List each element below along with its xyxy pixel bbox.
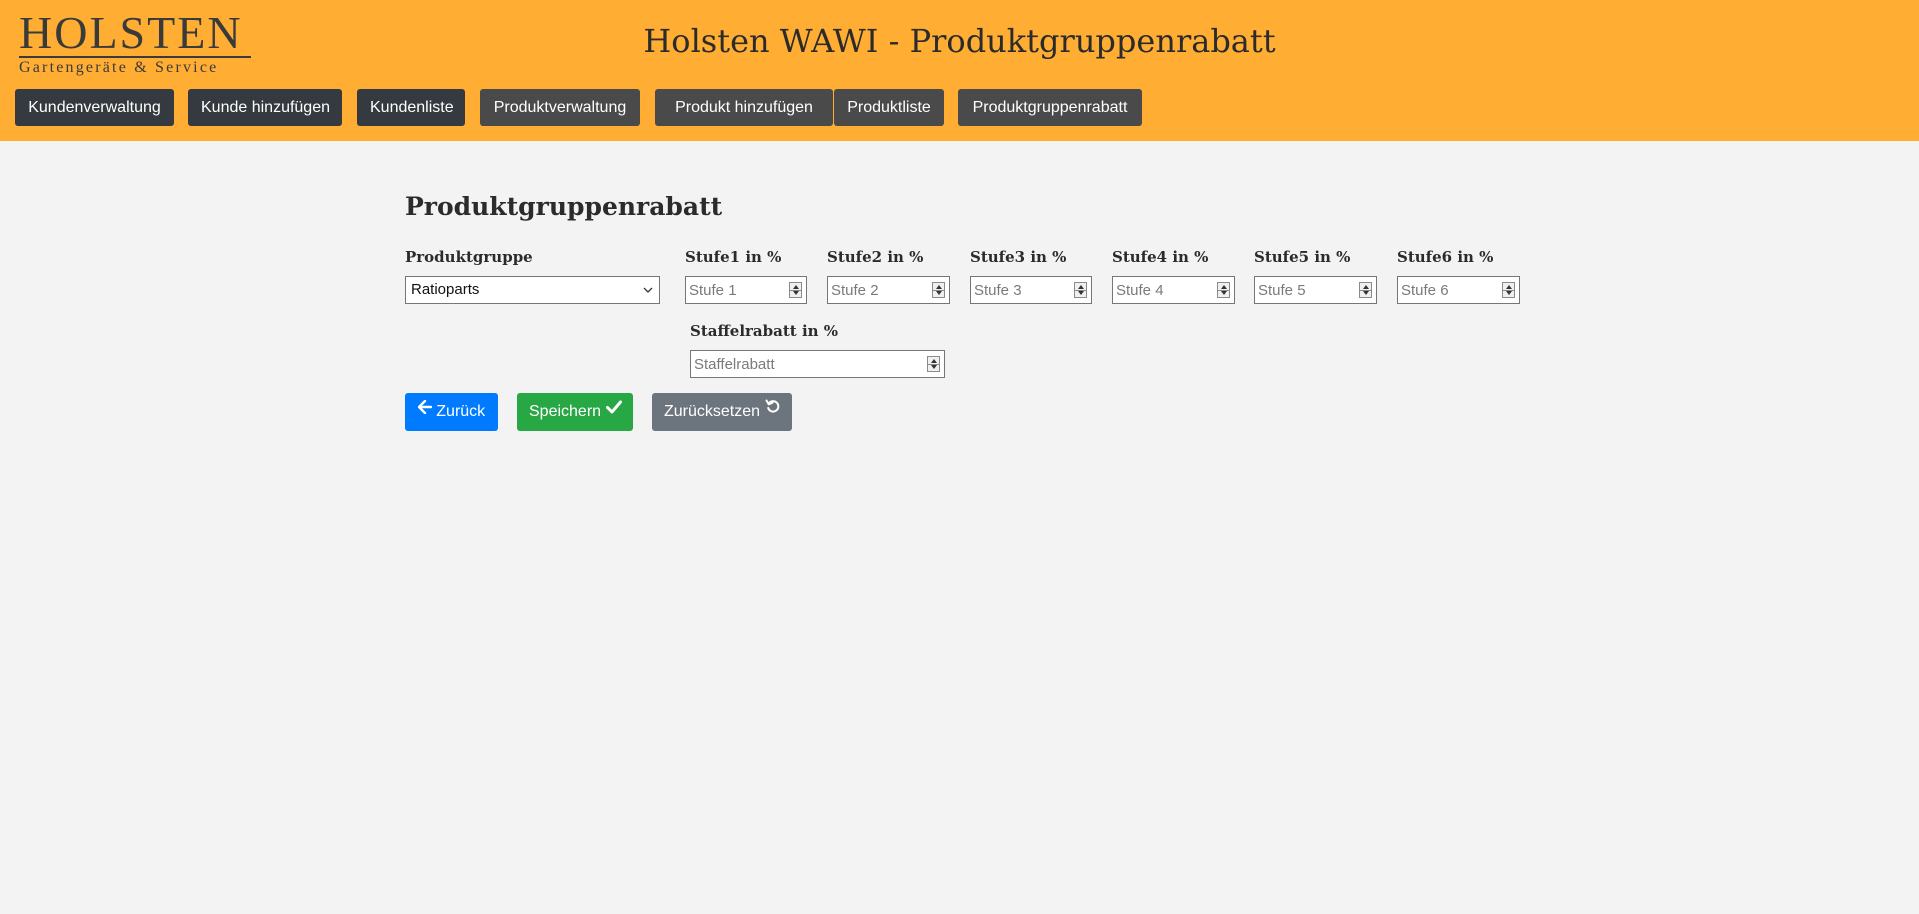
nav-produktverwaltung[interactable]: Produktverwaltung: [480, 89, 640, 126]
stufe2-spinner-icon[interactable]: [932, 282, 945, 298]
save-button-label: Speichern: [529, 403, 602, 420]
stufe5-input-wrap: [1254, 276, 1377, 304]
stufe1-input[interactable]: [686, 277, 806, 303]
stufe4-input-wrap: [1112, 276, 1235, 304]
undo-icon: [765, 391, 781, 429]
produktgruppe-selected-value: Ratioparts: [411, 281, 480, 298]
stufe3-input-wrap: [970, 276, 1092, 304]
stufe4-spinner-icon[interactable]: [1217, 282, 1230, 298]
nav-kundenverwaltung[interactable]: Kundenverwaltung: [15, 89, 174, 126]
produktgruppe-label: Produktgruppe: [405, 248, 533, 266]
staffelrabatt-input[interactable]: [691, 351, 944, 377]
stufe5-input[interactable]: [1255, 277, 1376, 303]
staffelrabatt-label: Staffelrabatt in %: [690, 322, 839, 340]
nav-produktgruppenrabatt[interactable]: Produktgruppenrabatt: [958, 89, 1142, 126]
back-button[interactable]: Zurück: [405, 393, 498, 431]
chevron-down-icon: [643, 277, 653, 312]
stufe3-spinner-icon[interactable]: [1074, 282, 1087, 298]
stufe3-label: Stufe3 in %: [970, 248, 1067, 266]
stufe5-label: Stufe5 in %: [1254, 248, 1351, 266]
staffelrabatt-spinner-icon[interactable]: [927, 356, 940, 372]
produktgruppe-select[interactable]: Ratioparts: [405, 276, 660, 304]
header-bar: HOLSTEN Gartengeräte & Service Holsten W…: [0, 0, 1919, 141]
nav-produktliste[interactable]: Produktliste: [834, 89, 944, 126]
stufe1-input-wrap: [685, 276, 807, 304]
stufe4-input[interactable]: [1113, 277, 1234, 303]
back-button-label: Zurück: [436, 403, 486, 420]
stufe5-spinner-icon[interactable]: [1359, 282, 1372, 298]
stufe1-label: Stufe1 in %: [685, 248, 782, 266]
check-icon: [605, 391, 622, 429]
stufe6-label: Stufe6 in %: [1397, 248, 1494, 266]
stufe1-spinner-icon[interactable]: [789, 282, 802, 298]
stufe4-label: Stufe4 in %: [1112, 248, 1209, 266]
nav-produkt-hinzufuegen[interactable]: Produkt hinzufügen: [655, 89, 833, 126]
arrow-left-icon: [417, 391, 433, 429]
app-title: Holsten WAWI - Produktgruppenrabatt: [643, 22, 1276, 60]
logo-sub-text: Gartengeräte & Service: [19, 59, 219, 76]
stufe2-input[interactable]: [828, 277, 949, 303]
stufe2-input-wrap: [827, 276, 950, 304]
stufe6-input[interactable]: [1398, 277, 1519, 303]
stufe3-input[interactable]: [971, 277, 1091, 303]
page-title: Produktgruppenrabatt: [405, 192, 723, 221]
reset-button[interactable]: Zurücksetzen: [652, 393, 792, 431]
stufe6-spinner-icon[interactable]: [1502, 282, 1515, 298]
stufe6-input-wrap: [1397, 276, 1520, 304]
staffelrabatt-input-wrap: [690, 350, 945, 378]
save-button[interactable]: Speichern: [517, 393, 633, 431]
nav-kunde-hinzufuegen[interactable]: Kunde hinzufügen: [188, 89, 342, 126]
stufe2-label: Stufe2 in %: [827, 248, 924, 266]
nav-kundenliste[interactable]: Kundenliste: [357, 89, 465, 126]
reset-button-label: Zurücksetzen: [664, 403, 761, 420]
